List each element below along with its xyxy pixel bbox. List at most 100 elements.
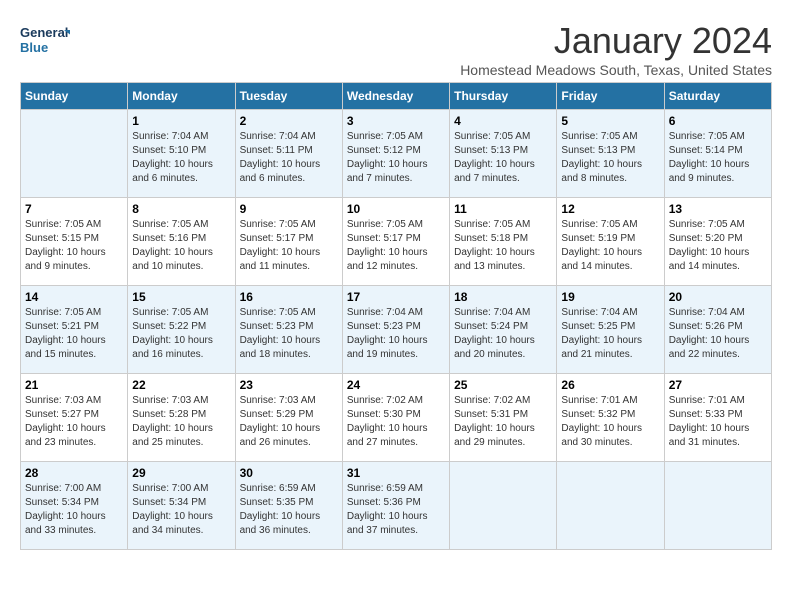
day-info: Sunrise: 7:02 AMSunset: 5:31 PMDaylight:… <box>454 394 552 450</box>
day-number: 6 <box>669 114 767 128</box>
day-info: Sunrise: 7:05 AMSunset: 5:15 PMDaylight:… <box>25 218 123 274</box>
table-row: 14 Sunrise: 7:05 AMSunset: 5:21 PMDayligh… <box>21 286 128 374</box>
day-info: Sunrise: 7:04 AMSunset: 5:10 PMDaylight:… <box>132 130 230 186</box>
table-row: 10 Sunrise: 7:05 AMSunset: 5:17 PMDayligh… <box>342 198 449 286</box>
day-info: Sunrise: 6:59 AMSunset: 5:35 PMDaylight:… <box>240 482 338 538</box>
table-row: 6 Sunrise: 7:05 AMSunset: 5:14 PMDaylight… <box>664 110 771 198</box>
day-number: 3 <box>347 114 445 128</box>
table-row <box>664 462 771 550</box>
day-info: Sunrise: 7:00 AMSunset: 5:34 PMDaylight:… <box>132 482 230 538</box>
day-info: Sunrise: 7:05 AMSunset: 5:14 PMDaylight:… <box>669 130 767 186</box>
table-row: 25 Sunrise: 7:02 AMSunset: 5:31 PMDayligh… <box>450 374 557 462</box>
day-number: 29 <box>132 466 230 480</box>
day-info: Sunrise: 7:05 AMSunset: 5:18 PMDaylight:… <box>454 218 552 274</box>
calendar-header-monday: Monday <box>128 83 235 110</box>
table-row: 27Sunrise: 7:01 AMSunset: 5:33 PMDayligh… <box>664 374 771 462</box>
table-row: 30 Sunrise: 6:59 AMSunset: 5:35 PMDayligh… <box>235 462 342 550</box>
day-info: Sunrise: 7:03 AMSunset: 5:29 PMDaylight:… <box>240 394 338 450</box>
day-info: Sunrise: 7:02 AMSunset: 5:30 PMDaylight:… <box>347 394 445 450</box>
page-subtitle: Homestead Meadows South, Texas, United S… <box>460 62 772 78</box>
day-number: 20 <box>669 290 767 304</box>
calendar-header-saturday: Saturday <box>664 83 771 110</box>
table-row: 4 Sunrise: 7:05 AMSunset: 5:13 PMDaylight… <box>450 110 557 198</box>
table-row: 5 Sunrise: 7:05 AMSunset: 5:13 PMDaylight… <box>557 110 664 198</box>
day-info: Sunrise: 7:04 AMSunset: 5:11 PMDaylight:… <box>240 130 338 186</box>
day-number: 14 <box>25 290 123 304</box>
day-number: 21 <box>25 378 123 392</box>
day-number: 19 <box>561 290 659 304</box>
table-row: 7 Sunrise: 7:05 AMSunset: 5:15 PMDaylight… <box>21 198 128 286</box>
table-row <box>557 462 664 550</box>
day-number: 27 <box>669 378 767 392</box>
day-info: Sunrise: 7:05 AMSunset: 5:21 PMDaylight:… <box>25 306 123 362</box>
day-info: Sunrise: 6:59 AMSunset: 5:36 PMDaylight:… <box>347 482 445 538</box>
day-number: 25 <box>454 378 552 392</box>
day-number: 13 <box>669 202 767 216</box>
page-title: January 2024 <box>460 20 772 62</box>
table-row: 16 Sunrise: 7:05 AMSunset: 5:23 PMDayligh… <box>235 286 342 374</box>
table-row: 19 Sunrise: 7:04 AMSunset: 5:25 PMDayligh… <box>557 286 664 374</box>
logo: General Blue <box>20 20 70 60</box>
day-number: 11 <box>454 202 552 216</box>
day-number: 22 <box>132 378 230 392</box>
day-number: 31 <box>347 466 445 480</box>
day-info: Sunrise: 7:05 AMSunset: 5:12 PMDaylight:… <box>347 130 445 186</box>
day-number: 18 <box>454 290 552 304</box>
table-row: 28 Sunrise: 7:00 AMSunset: 5:34 PMDayligh… <box>21 462 128 550</box>
day-info: Sunrise: 7:05 AMSunset: 5:13 PMDaylight:… <box>454 130 552 186</box>
day-number: 17 <box>347 290 445 304</box>
day-info: Sunrise: 7:05 AMSunset: 5:17 PMDaylight:… <box>240 218 338 274</box>
day-number: 30 <box>240 466 338 480</box>
day-info: Sunrise: 7:05 AMSunset: 5:17 PMDaylight:… <box>347 218 445 274</box>
day-info: Sunrise: 7:05 AMSunset: 5:23 PMDaylight:… <box>240 306 338 362</box>
day-info: Sunrise: 7:00 AMSunset: 5:34 PMDaylight:… <box>25 482 123 538</box>
day-number: 8 <box>132 202 230 216</box>
day-number: 5 <box>561 114 659 128</box>
day-info: Sunrise: 7:03 AMSunset: 5:27 PMDaylight:… <box>25 394 123 450</box>
day-number: 1 <box>132 114 230 128</box>
calendar-header-tuesday: Tuesday <box>235 83 342 110</box>
calendar-header-sunday: Sunday <box>21 83 128 110</box>
day-info: Sunrise: 7:04 AMSunset: 5:26 PMDaylight:… <box>669 306 767 362</box>
table-row: 22Sunrise: 7:03 AMSunset: 5:28 PMDayligh… <box>128 374 235 462</box>
calendar-header-friday: Friday <box>557 83 664 110</box>
table-row <box>21 110 128 198</box>
day-info: Sunrise: 7:01 AMSunset: 5:32 PMDaylight:… <box>561 394 659 450</box>
table-row: 11 Sunrise: 7:05 AMSunset: 5:18 PMDayligh… <box>450 198 557 286</box>
table-row: 2 Sunrise: 7:04 AMSunset: 5:11 PMDaylight… <box>235 110 342 198</box>
day-info: Sunrise: 7:05 AMSunset: 5:22 PMDaylight:… <box>132 306 230 362</box>
day-info: Sunrise: 7:05 AMSunset: 5:13 PMDaylight:… <box>561 130 659 186</box>
table-row: 20 Sunrise: 7:04 AMSunset: 5:26 PMDayligh… <box>664 286 771 374</box>
table-row: 24 Sunrise: 7:02 AMSunset: 5:30 PMDayligh… <box>342 374 449 462</box>
table-row: 3 Sunrise: 7:05 AMSunset: 5:12 PMDaylight… <box>342 110 449 198</box>
day-number: 2 <box>240 114 338 128</box>
table-row: 31 Sunrise: 6:59 AMSunset: 5:36 PMDayligh… <box>342 462 449 550</box>
day-info: Sunrise: 7:05 AMSunset: 5:16 PMDaylight:… <box>132 218 230 274</box>
calendar-header-thursday: Thursday <box>450 83 557 110</box>
day-number: 16 <box>240 290 338 304</box>
table-row: 18 Sunrise: 7:04 AMSunset: 5:24 PMDayligh… <box>450 286 557 374</box>
day-number: 23 <box>240 378 338 392</box>
table-row: 23 Sunrise: 7:03 AMSunset: 5:29 PMDayligh… <box>235 374 342 462</box>
table-row: 15Sunrise: 7:05 AMSunset: 5:22 PMDayligh… <box>128 286 235 374</box>
table-row: 17 Sunrise: 7:04 AMSunset: 5:23 PMDayligh… <box>342 286 449 374</box>
day-number: 7 <box>25 202 123 216</box>
table-row: 9Sunrise: 7:05 AMSunset: 5:17 PMDaylight… <box>235 198 342 286</box>
day-number: 12 <box>561 202 659 216</box>
svg-text:General: General <box>20 25 68 40</box>
day-number: 10 <box>347 202 445 216</box>
day-info: Sunrise: 7:05 AMSunset: 5:20 PMDaylight:… <box>669 218 767 274</box>
day-info: Sunrise: 7:05 AMSunset: 5:19 PMDaylight:… <box>561 218 659 274</box>
day-number: 4 <box>454 114 552 128</box>
day-info: Sunrise: 7:04 AMSunset: 5:23 PMDaylight:… <box>347 306 445 362</box>
day-number: 24 <box>347 378 445 392</box>
table-row: 21 Sunrise: 7:03 AMSunset: 5:27 PMDayligh… <box>21 374 128 462</box>
calendar-table: SundayMondayTuesdayWednesdayThursdayFrid… <box>20 82 772 550</box>
table-row: 13 Sunrise: 7:05 AMSunset: 5:20 PMDayligh… <box>664 198 771 286</box>
day-info: Sunrise: 7:04 AMSunset: 5:24 PMDaylight:… <box>454 306 552 362</box>
table-row: 8 Sunrise: 7:05 AMSunset: 5:16 PMDaylight… <box>128 198 235 286</box>
day-number: 28 <box>25 466 123 480</box>
day-number: 26 <box>561 378 659 392</box>
svg-text:Blue: Blue <box>20 40 48 55</box>
day-info: Sunrise: 7:04 AMSunset: 5:25 PMDaylight:… <box>561 306 659 362</box>
